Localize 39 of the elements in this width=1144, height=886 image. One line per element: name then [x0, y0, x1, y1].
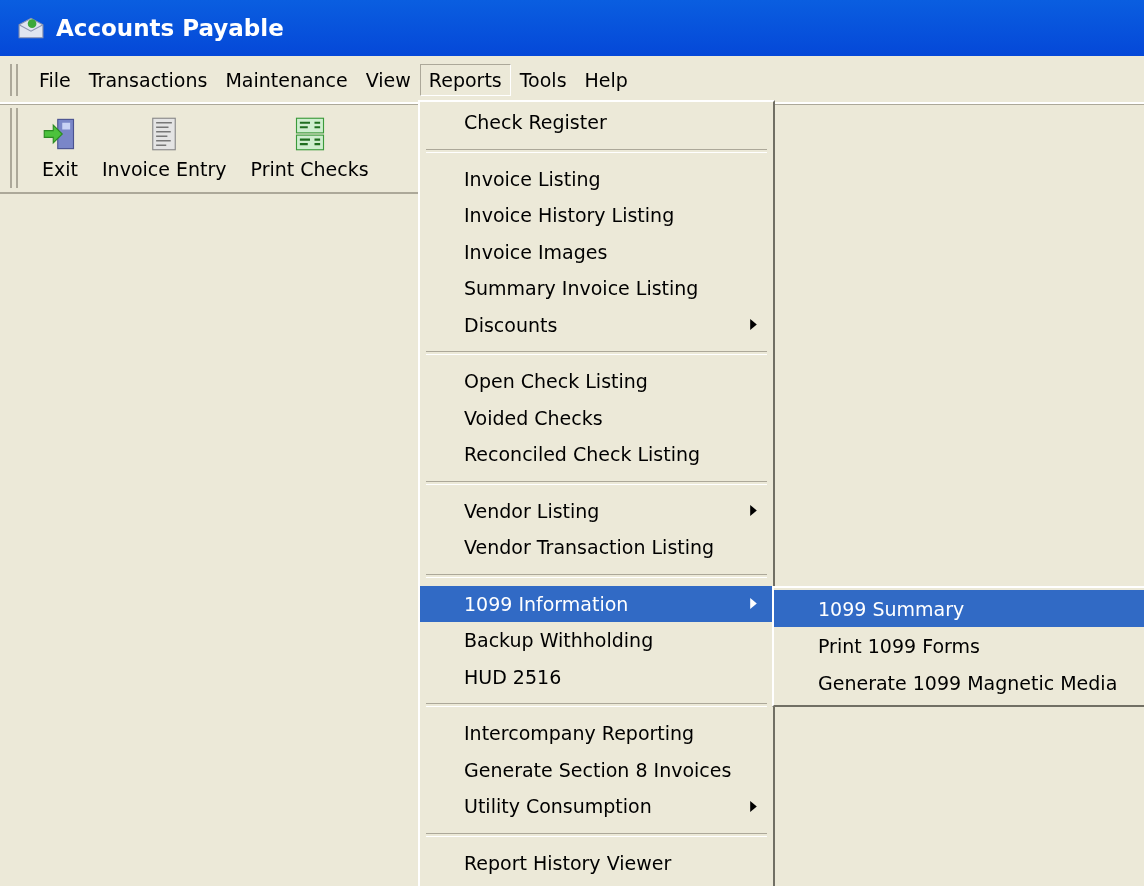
menu-item[interactable]: Vendor Listing	[420, 492, 773, 529]
menu-item[interactable]: Generate 1099 Magnetic Media	[774, 664, 1144, 701]
toolbar-button[interactable]: Invoice Entry	[90, 116, 239, 180]
menu-item[interactable]: Open Check Listing	[420, 363, 773, 400]
toolbar-grip[interactable]	[10, 108, 18, 188]
menu-item[interactable]: Generate Section 8 Invoices	[420, 751, 773, 788]
menu-item[interactable]: Reconciled Check Listing	[420, 436, 773, 473]
menu-item[interactable]: Help	[575, 64, 637, 96]
menu-item[interactable]: Reports	[419, 64, 511, 96]
menu-item[interactable]: 1099 Information	[420, 585, 773, 622]
submenu-arrow-icon	[750, 505, 757, 517]
menu-item[interactable]: HUD 2516	[420, 658, 773, 695]
menu-item[interactable]: Maintenance	[216, 64, 357, 96]
menu-item[interactable]: Transactions	[79, 64, 217, 96]
menu-item[interactable]: Invoice Images	[420, 233, 773, 270]
menu-item[interactable]: View	[356, 64, 420, 96]
menu-item[interactable]: Invoice Listing	[420, 160, 773, 197]
menu-item[interactable]: Discounts	[420, 306, 773, 343]
submenu-arrow-icon	[750, 319, 757, 331]
menu-item[interactable]: 1099 Summary	[774, 590, 1144, 627]
menu-item[interactable]: Invoice History Listing	[420, 197, 773, 234]
menu-item[interactable]: Print 1099 Forms	[774, 627, 1144, 664]
menu-item[interactable]: Voided Checks	[420, 399, 773, 436]
toolbar-button[interactable]: Exit	[30, 116, 90, 180]
submenu-arrow-icon	[750, 598, 757, 610]
envelope-icon	[18, 17, 44, 39]
menu-item[interactable]: Check Register	[420, 104, 773, 141]
menu-item[interactable]: Report History Viewer	[420, 844, 773, 881]
window-title: Accounts Payable	[56, 15, 284, 41]
menu-item[interactable]: Utility Consumption	[420, 788, 773, 825]
menu-item[interactable]: Vendor Transaction Listing	[420, 529, 773, 566]
menu-item[interactable]: File	[30, 64, 80, 96]
menu-item[interactable]: Tools	[510, 64, 576, 96]
menu-item[interactable]: Backup Withholding	[420, 622, 773, 659]
submenu-arrow-icon	[750, 800, 757, 812]
menubar-grip[interactable]	[10, 64, 18, 96]
menu-item[interactable]: Summary Invoice Listing	[420, 270, 773, 307]
menu-item[interactable]: Intercompany Reporting	[420, 715, 773, 752]
toolbar-button[interactable]: Print Checks	[238, 116, 381, 180]
